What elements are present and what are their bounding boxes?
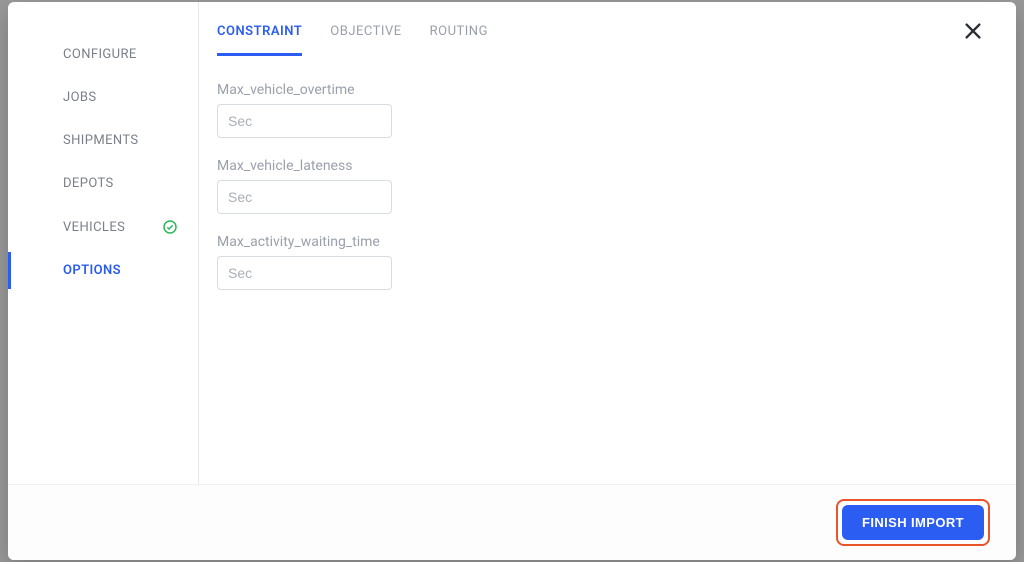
finish-import-button[interactable]: FINISH IMPORT bbox=[842, 505, 984, 540]
sidebar-item-shipments[interactable]: SHIPMENTS bbox=[8, 122, 198, 159]
sidebar-item-depots[interactable]: DEPOTS bbox=[8, 165, 198, 202]
finish-import-highlight: FINISH IMPORT bbox=[836, 499, 990, 546]
sidebar-item-label: SHIPMENTS bbox=[63, 133, 139, 148]
sidebar-item-configure[interactable]: CONFIGURE bbox=[8, 36, 198, 73]
constraint-form: Max_vehicle_overtime Max_vehicle_latenes… bbox=[217, 56, 990, 310]
tab-constraint[interactable]: CONSTRAINT bbox=[217, 18, 302, 56]
max-activity-waiting-time-input[interactable] bbox=[217, 256, 392, 290]
tab-objective[interactable]: OBJECTIVE bbox=[330, 18, 401, 56]
max-vehicle-lateness-input[interactable] bbox=[217, 180, 392, 214]
field-max-vehicle-overtime: Max_vehicle_overtime bbox=[217, 82, 990, 138]
import-options-modal: CONFIGURE JOBS SHIPMENTS DEPOTS VEHICLES bbox=[8, 2, 1016, 560]
sidebar-item-label: DEPOTS bbox=[63, 176, 114, 191]
sidebar-item-vehicles[interactable]: VEHICLES bbox=[8, 208, 198, 246]
tab-label: ROUTING bbox=[430, 24, 488, 39]
check-circle-icon bbox=[162, 219, 178, 235]
modal-footer: FINISH IMPORT bbox=[8, 484, 1016, 560]
sidebar-item-label: JOBS bbox=[63, 90, 97, 105]
close-button[interactable] bbox=[962, 20, 984, 46]
tab-label: CONSTRAINT bbox=[217, 24, 302, 39]
close-icon bbox=[962, 27, 984, 46]
content-pane: CONSTRAINT OBJECTIVE ROUTING Max_vehicle… bbox=[199, 2, 1016, 484]
sidebar-item-options[interactable]: OPTIONS bbox=[8, 252, 198, 289]
field-max-vehicle-lateness: Max_vehicle_lateness bbox=[217, 158, 990, 214]
sidebar-item-label: OPTIONS bbox=[63, 263, 121, 278]
sidebar-item-jobs[interactable]: JOBS bbox=[8, 79, 198, 116]
sidebar-item-label: CONFIGURE bbox=[63, 47, 137, 62]
field-label: Max_vehicle_lateness bbox=[217, 158, 990, 174]
field-label: Max_activity_waiting_time bbox=[217, 234, 990, 250]
wizard-sidebar: CONFIGURE JOBS SHIPMENTS DEPOTS VEHICLES bbox=[8, 2, 198, 484]
options-tabs: CONSTRAINT OBJECTIVE ROUTING bbox=[217, 18, 990, 56]
field-label: Max_vehicle_overtime bbox=[217, 82, 990, 98]
button-label: FINISH IMPORT bbox=[862, 515, 964, 530]
tab-label: OBJECTIVE bbox=[330, 24, 401, 39]
modal-body: CONFIGURE JOBS SHIPMENTS DEPOTS VEHICLES bbox=[8, 2, 1016, 484]
max-vehicle-overtime-input[interactable] bbox=[217, 104, 392, 138]
sidebar-item-label: VEHICLES bbox=[63, 220, 125, 235]
field-max-activity-waiting-time: Max_activity_waiting_time bbox=[217, 234, 990, 290]
tab-routing[interactable]: ROUTING bbox=[430, 18, 488, 56]
